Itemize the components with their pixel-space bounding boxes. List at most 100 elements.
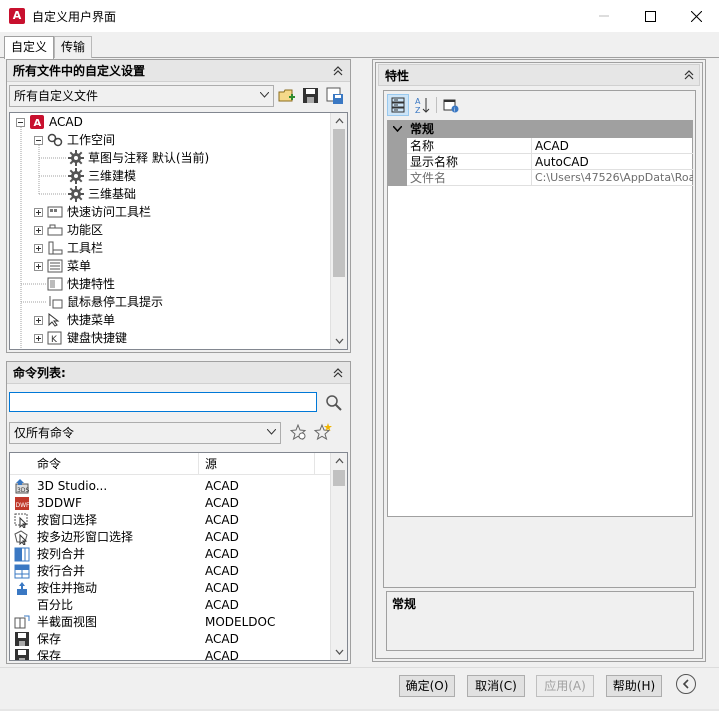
search-icon[interactable] <box>325 394 343 412</box>
merge-rows-icon <box>14 564 30 579</box>
tree-item-label: 草图与注释 默认(当前) <box>88 151 210 165</box>
collapse-chevron-icon[interactable] <box>332 65 344 77</box>
merge-columns-icon <box>14 547 30 562</box>
command-list[interactable]: 命令 源 3DS 3D Studio... ACAD DWF 3DDWF ACA… <box>9 452 348 661</box>
property-grid: AZ i 常规 名称 ACAD 显示名称 AutoCAD 文件名 C:\User… <box>383 90 696 588</box>
categorized-icon <box>391 97 405 113</box>
property-value[interactable]: ACAD <box>531 138 569 153</box>
tree-item-label: 三维基础 <box>88 187 137 201</box>
command-search-input[interactable] <box>9 392 317 412</box>
property-row-name[interactable]: 名称 ACAD <box>407 138 693 154</box>
command-list-panel-title: 命令列表: <box>7 362 350 384</box>
close-button[interactable] <box>673 0 719 32</box>
title-bar: A 自定义用户界面 <box>0 0 719 32</box>
window-title: 自定义用户界面 <box>32 9 117 24</box>
svg-text:i: i <box>454 108 455 114</box>
customizations-panel-title: 所有文件中的自定义设置 <box>7 60 350 82</box>
command-row[interactable]: 按列合并 ACAD <box>10 546 330 563</box>
half-section-icon <box>14 615 30 629</box>
scroll-up-icon[interactable] <box>335 457 344 466</box>
tree-connector-lines <box>20 127 66 349</box>
apply-button[interactable]: 应用(A) <box>536 675 594 697</box>
property-value[interactable]: AutoCAD <box>531 154 589 169</box>
customization-tree[interactable]: A ACAD 工作空间 草图与注释 默认(当前) 三维建模 三维基础 快速访问工… <box>9 112 348 350</box>
chevron-left-icon <box>682 679 689 689</box>
command-name: 3D Studio... <box>37 479 108 493</box>
command-list-header: 命令 源 <box>10 453 330 475</box>
properties-panel-title: 特性 <box>378 64 700 86</box>
customization-file-select-value: 所有自定义文件 <box>14 89 99 103</box>
tab-customize[interactable]: 自定义 <box>4 36 55 59</box>
command-row[interactable]: 百分比 ACAD <box>10 597 330 614</box>
command-filter-select-value: 仅所有命令 <box>14 426 75 440</box>
command-row[interactable]: 按住并拖动 ACAD <box>10 580 330 597</box>
dwf-icon: DWF <box>15 497 30 510</box>
command-list-scrollbar[interactable] <box>330 453 347 660</box>
command-source: MODELDOC <box>205 615 276 629</box>
help-button[interactable]: 帮助(H) <box>606 675 662 697</box>
command-source: ACAD <box>205 479 239 493</box>
column-header-source[interactable]: 源 <box>205 453 217 475</box>
categorized-view-button[interactable] <box>387 94 409 116</box>
tab-divider <box>0 57 719 58</box>
sort-az-icon: AZ <box>415 97 430 114</box>
command-source: ACAD <box>205 547 239 561</box>
cancel-button[interactable]: 取消(C) <box>467 675 525 697</box>
tab-strip: 自定义 传输 <box>0 36 93 59</box>
column-header-command[interactable]: 命令 <box>37 453 61 475</box>
command-source: ACAD <box>205 513 239 527</box>
command-list-panel: 命令列表: 仅所有命令 命令 源 3DS 3D Studio... ACAD D… <box>6 361 351 664</box>
tab-transfer[interactable]: 传输 <box>54 36 93 58</box>
collapse-chevron-icon[interactable] <box>332 367 344 379</box>
scroll-down-icon[interactable] <box>335 336 344 345</box>
command-filter-select[interactable]: 仅所有命令 <box>9 422 281 444</box>
command-row[interactable]: DWF 3DDWF ACAD <box>10 495 330 512</box>
property-row-display-name[interactable]: 显示名称 AutoCAD <box>407 154 693 170</box>
command-row[interactable]: 保存 ACAD <box>10 648 330 660</box>
scroll-up-icon[interactable] <box>335 117 344 126</box>
command-name: 按多边形窗口选择 <box>37 530 134 544</box>
command-row[interactable]: 按窗口选择 ACAD <box>10 512 330 529</box>
property-grid-body: 常规 名称 ACAD 显示名称 AutoCAD 文件名 C:\Users\475… <box>387 120 693 517</box>
command-name: 按列合并 <box>37 547 86 561</box>
customization-file-select[interactable]: 所有自定义文件 <box>9 85 274 107</box>
tree-scroll-thumb[interactable] <box>333 129 345 277</box>
property-row-file-name[interactable]: 文件名 C:\Users\47526\AppData\Roami <box>407 170 693 186</box>
maximize-button[interactable] <box>627 0 673 32</box>
command-row[interactable]: 半截面视图 MODELDOC <box>10 614 330 631</box>
collapse-chevron-icon[interactable] <box>683 69 695 81</box>
tree-scrollbar[interactable] <box>330 113 347 349</box>
property-label: 文件名 <box>410 171 447 185</box>
command-row[interactable]: 按多边形窗口选择 ACAD <box>10 529 330 546</box>
minimize-button[interactable] <box>581 0 627 32</box>
property-category-row[interactable]: 常规 <box>388 121 693 138</box>
command-row[interactable]: 保存 ACAD <box>10 631 330 648</box>
collapse-dialog-button[interactable] <box>676 674 696 694</box>
open-file-icon[interactable] <box>278 87 296 105</box>
save-icon[interactable] <box>302 87 320 105</box>
save-icon <box>15 649 29 660</box>
new-command-star-icon[interactable] <box>313 422 333 442</box>
command-name: 按住并拖动 <box>37 581 98 595</box>
alphabetical-view-button[interactable]: AZ <box>411 94 433 116</box>
scroll-down-icon[interactable] <box>335 647 344 656</box>
customizations-panel: 所有文件中的自定义设置 所有自定义文件 A ACAD 工作空间 草图与注释 默认… <box>6 59 351 353</box>
tree-item-label: 三维建模 <box>88 169 137 183</box>
property-pages-icon: i <box>443 99 459 114</box>
chevron-down-icon[interactable] <box>393 126 402 132</box>
column-divider[interactable] <box>314 453 315 475</box>
window-select-icon <box>14 513 28 528</box>
presspull-icon <box>17 582 27 595</box>
column-divider[interactable] <box>198 453 199 475</box>
command-row[interactable]: 3DS 3D Studio... ACAD <box>10 478 330 495</box>
property-pages-button[interactable]: i <box>440 94 462 116</box>
save-as-icon[interactable] <box>326 87 344 105</box>
command-source: ACAD <box>205 598 239 612</box>
close-icon <box>690 10 702 22</box>
command-row[interactable]: 按行合并 ACAD <box>10 563 330 580</box>
command-name: 半截面视图 <box>37 615 98 629</box>
property-description-box: 常规 <box>386 591 694 651</box>
command-list-scroll-thumb[interactable] <box>333 470 345 486</box>
filter-star-icon[interactable] <box>290 424 308 442</box>
ok-button[interactable]: 确定(O) <box>399 675 455 697</box>
